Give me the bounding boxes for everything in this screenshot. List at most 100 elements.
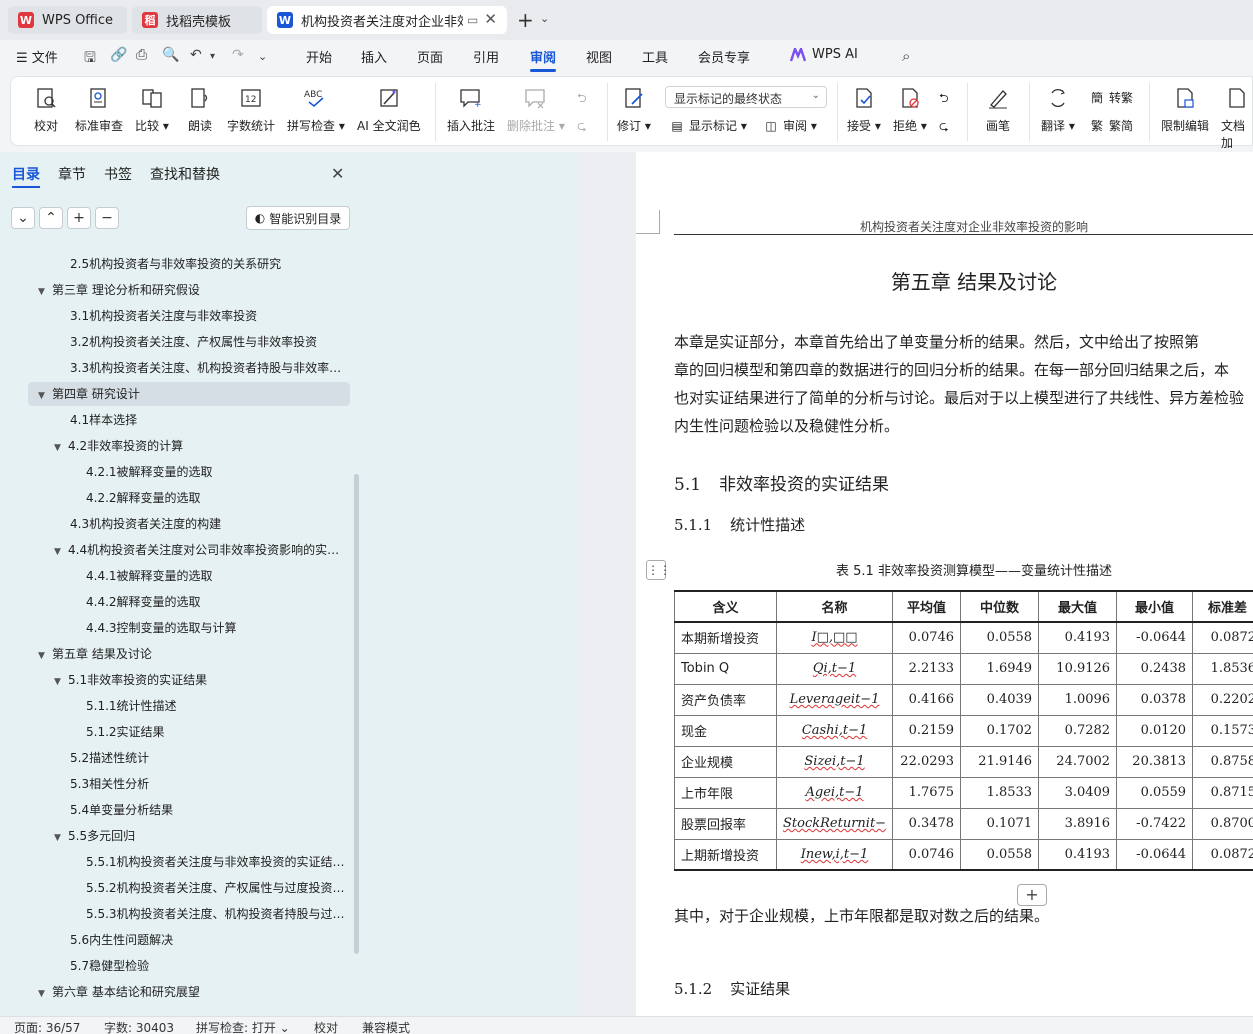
nav-tab-bookmarks[interactable]: 书签	[104, 164, 132, 184]
page-indicator[interactable]: 页面: 36/57	[14, 1019, 80, 1034]
markup-mode-select[interactable]: 显示标记的最终状态 ⌄	[665, 86, 827, 108]
toc-item[interactable]: ▼ 第五章 结果及讨论	[0, 642, 350, 666]
to-traditional-button[interactable]: 簡转繁	[1089, 89, 1133, 106]
ai-polish-button[interactable]: AI 全文润色	[357, 85, 421, 134]
spell-check-indicator[interactable]: 拼写检查: 打开 ⌄	[196, 1019, 290, 1034]
menu-insert[interactable]: 插入	[361, 47, 387, 66]
doc-encrypt-button[interactable]: 文档加	[1221, 85, 1252, 151]
expand-arrow-icon[interactable]: ▼	[38, 982, 52, 1004]
menu-tools[interactable]: 工具	[642, 47, 668, 66]
menu-member[interactable]: 会员专享	[698, 47, 750, 66]
toc-item[interactable]: 3.2机构投资者关注度、产权属性与非效率投资	[0, 330, 350, 354]
restrict-edit-button[interactable]: 限制编辑	[1161, 85, 1209, 134]
toc-item[interactable]: 5.7稳健型检验	[0, 954, 350, 978]
close-pane-icon[interactable]: ✕	[331, 164, 344, 183]
expand-arrow-icon[interactable]: ▼	[38, 644, 52, 666]
next-comment-icon[interactable]: ⮎	[577, 117, 587, 138]
undo-icon[interactable]: ↶	[190, 47, 202, 63]
accept-button[interactable]: 接受 ▾	[847, 85, 881, 134]
table-move-handle[interactable]: ⋮⋮	[646, 560, 671, 580]
toc-item[interactable]: ▼ 4.4机构投资者关注度对公司非效率投资影响的实…	[0, 538, 350, 562]
expand-arrow-icon[interactable]: ▼	[54, 436, 68, 458]
toc-item[interactable]: 5.1.2实证结果	[0, 720, 350, 744]
proofread-button[interactable]: 校对	[33, 85, 59, 134]
toc-item[interactable]: 2.5机构投资者与非效率投资的关系研究	[0, 252, 350, 276]
new-tab-icon[interactable]: +	[517, 8, 534, 32]
proof-indicator[interactable]: 校对	[314, 1019, 338, 1034]
toc-item[interactable]: 5.5.2机构投资者关注度、产权属性与过度投资…	[0, 876, 350, 900]
search-icon[interactable]: ⌕	[902, 47, 910, 65]
tab-wps-office[interactable]: W WPS Office	[8, 6, 127, 34]
add-heading-button[interactable]: +	[67, 207, 91, 229]
toc-item[interactable]: ▼ 第三章 理论分析和研究假设	[0, 278, 350, 302]
to-simplified-button[interactable]: 繁繁简	[1089, 117, 1133, 134]
collapse-down-button[interactable]: ⌄	[11, 207, 35, 229]
chevron-down-icon[interactable]: ⌄	[540, 12, 549, 25]
compare-button[interactable]: 比较 ▾	[135, 85, 169, 134]
next-change-icon[interactable]: ⮎	[939, 117, 949, 138]
close-tab-icon[interactable]: ✕	[484, 10, 497, 28]
prev-change-icon[interactable]: ⮌	[939, 89, 949, 110]
collapse-up-button[interactable]: ⌃	[39, 207, 63, 229]
toc-item[interactable]: ▼ 4.2非效率投资的计算	[0, 434, 350, 458]
expand-arrow-icon[interactable]: ▼	[38, 280, 52, 302]
redo-icon[interactable]: ↷	[232, 47, 244, 63]
document-page[interactable]: 机构投资者关注度对企业非效率投资的影响 第五章 结果及讨论 本章是实证部分，本章…	[636, 152, 1253, 1016]
print-preview-icon[interactable]: 🔍	[162, 47, 179, 63]
tab-docer-templates[interactable]: 稻 找稻壳模板	[132, 6, 262, 34]
toc-item[interactable]: 5.5.1机构投资者关注度与非效率投资的实证结…	[0, 850, 350, 874]
menu-wps-ai[interactable]: WPS AI	[812, 47, 858, 62]
toc-item[interactable]: 5.6内生性问题解决	[0, 928, 350, 952]
toc-item[interactable]: 4.1样本选择	[0, 408, 350, 432]
toc-item[interactable]: 4.4.3控制变量的选取与计算	[0, 616, 350, 640]
menu-view[interactable]: 视图	[586, 47, 612, 66]
toc-item[interactable]: ▼ 5.1非效率投资的实证结果	[0, 668, 350, 692]
toc-item[interactable]: 4.2.2解释变量的选取	[0, 486, 350, 510]
word-count-button[interactable]: 12 字数统计	[227, 85, 275, 134]
expand-arrow-icon[interactable]: ▼	[54, 826, 68, 848]
read-aloud-button[interactable]: 朗读	[187, 85, 213, 134]
menu-home[interactable]: 开始	[306, 47, 332, 66]
toc-item[interactable]: 4.3机构投资者关注度的构建	[0, 512, 350, 536]
menu-review[interactable]: 审阅	[530, 47, 556, 66]
review-pane-button[interactable]: ◫ 审阅 ▾	[763, 117, 817, 134]
remove-heading-button[interactable]: −	[95, 207, 119, 229]
toc-item[interactable]: 3.3机构投资者关注度、机构投资者持股与非效率…	[0, 356, 350, 380]
expand-arrow-icon[interactable]: ▼	[38, 384, 52, 406]
toc-item[interactable]: 4.4.1被解释变量的选取	[0, 564, 350, 588]
reject-button[interactable]: 拒绝 ▾	[893, 85, 927, 134]
spell-check-button[interactable]: ABC 拼写检查 ▾	[287, 85, 345, 134]
smart-toc-button[interactable]: ◐ 智能识别目录	[246, 206, 350, 230]
toc-item[interactable]: ▼ 第四章 研究设计	[28, 382, 350, 406]
toc-item[interactable]: 5.4单变量分析结果	[0, 798, 350, 822]
nav-scrollbar[interactable]	[354, 474, 359, 954]
prev-comment-icon[interactable]: ⮌	[577, 89, 587, 110]
toc-item[interactable]: ▼ 第六章 基本结论和研究展望	[0, 980, 350, 1004]
print-icon[interactable]: ⎙	[136, 47, 147, 63]
pen-button[interactable]: 画笔	[985, 85, 1011, 134]
save-icon[interactable]: 🖫	[84, 47, 96, 71]
nav-tab-toc[interactable]: 目录	[12, 164, 40, 184]
delete-comment-button[interactable]: 删除批注 ▾	[507, 85, 565, 134]
toc-item[interactable]: 3.1机构投资者关注度与非效率投资	[0, 304, 350, 328]
standard-review-button[interactable]: 标准审查	[75, 85, 123, 134]
insert-comment-button[interactable]: + 插入批注	[447, 85, 495, 134]
menu-references[interactable]: 引用	[473, 47, 499, 66]
word-count-indicator[interactable]: 字数: 30403	[104, 1019, 174, 1034]
toc-item[interactable]: 4.2.1被解释变量的选取	[0, 460, 350, 484]
tab-current-document[interactable]: W 机构投资者关注度对企业非效率投资的影响 ▭ ✕	[267, 6, 507, 34]
toc-item[interactable]: 4.4.2解释变量的选取	[0, 590, 350, 614]
expand-arrow-icon[interactable]: ▼	[54, 670, 68, 692]
menu-page[interactable]: 页面	[417, 47, 443, 66]
toc-item[interactable]: ▼ 5.5多元回归	[0, 824, 350, 848]
more-chevron-icon[interactable]: ⌄	[258, 50, 267, 63]
undo-dropdown-icon[interactable]: ▾	[210, 51, 215, 62]
toc-item[interactable]: 5.3相关性分析	[0, 772, 350, 796]
file-menu[interactable]: ☰ 文件	[16, 47, 58, 66]
show-markup-button[interactable]: ▤ 显示标记 ▾	[669, 117, 747, 134]
toc-item[interactable]: 5.1.1统计性描述	[0, 694, 350, 718]
toc-item[interactable]: 5.2描述性统计	[0, 746, 350, 770]
track-changes-button[interactable]: 修订 ▾	[617, 85, 651, 134]
nav-tab-find-replace[interactable]: 查找和替换	[150, 164, 220, 184]
expand-arrow-icon[interactable]: ▼	[54, 540, 68, 562]
